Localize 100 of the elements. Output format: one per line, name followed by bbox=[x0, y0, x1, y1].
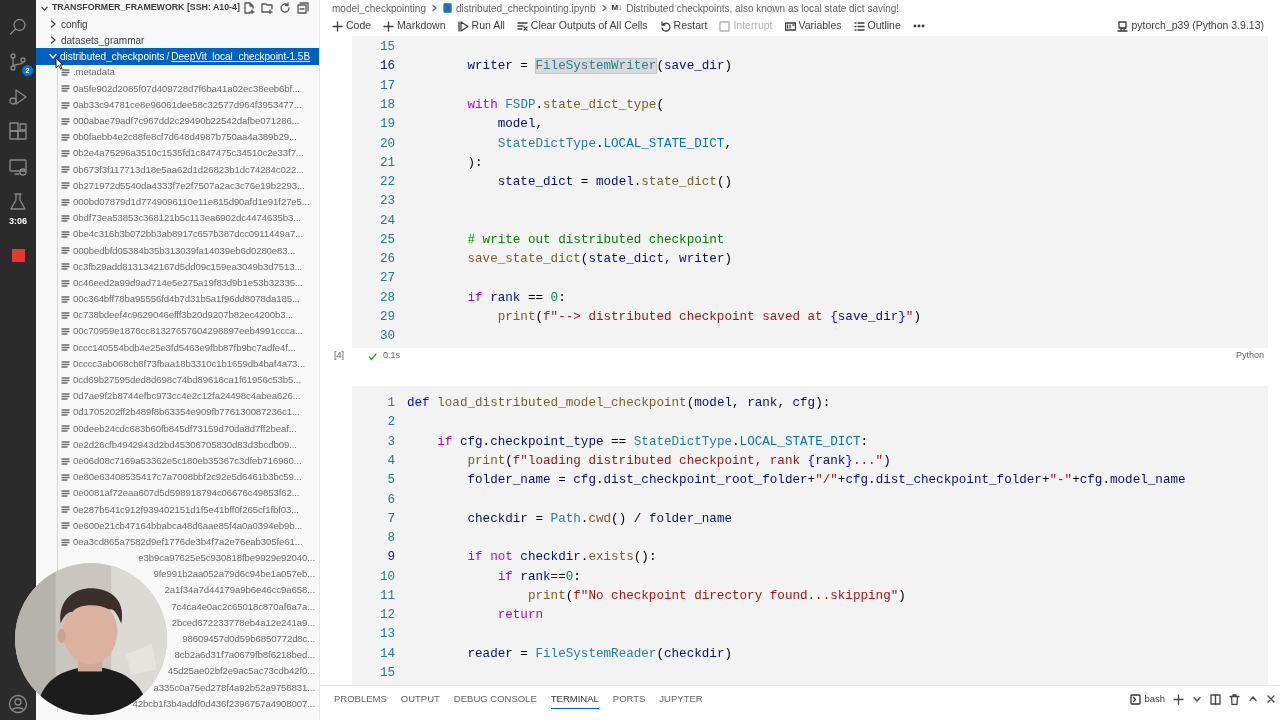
file-item[interactable]: e3b9ca97625e5c930818fbe9929e92040... bbox=[138, 550, 315, 567]
breadcrumb-item[interactable]: model_checkpointing bbox=[332, 0, 426, 16]
code-cell[interactable] bbox=[352, 36, 1268, 349]
file-item[interactable]: 0b2e4a75296a3510c1535fd1c847475c34510c2e33f7... bbox=[58, 145, 319, 162]
line-number: 17 bbox=[378, 77, 395, 95]
file-lines-icon bbox=[61, 116, 70, 126]
file-item[interactable]: 0c3fb29add8131342167d5dd09c159ea3049b3d7513... bbox=[58, 258, 319, 275]
folder-item[interactable]: distributed_checkpoints / DeepVit_local_checkpoint-1.5B bbox=[36, 48, 319, 65]
file-item[interactable]: 7c4ca4e0ac2c65018c870af6a7a... bbox=[171, 598, 315, 615]
file-item[interactable]: 0bdf73ea53853c368121b5c113ea6902dc4474635b3... bbox=[58, 210, 319, 227]
folder-item[interactable]: datasets_grammar bbox=[36, 32, 319, 49]
file-item[interactable]: 0b673f3f117713d18e5aa62d1d26823b1dc74284c022... bbox=[58, 161, 319, 178]
line-number: 18 bbox=[378, 97, 395, 114]
close-icon[interactable] bbox=[1266, 694, 1276, 705]
file-item[interactable]: 0e0081af72eaa607d5d598918794c06676c49853f62... bbox=[58, 485, 319, 502]
folder-link[interactable]: DeepVit_local_checkpoint-1.5B bbox=[171, 48, 311, 64]
file-item[interactable]: 0d1705202ff2b489f8b63354e909fb776130087236c1... bbox=[58, 404, 319, 421]
file-item[interactable]: 0e600e21cb47164bbabca48d6aae85f4a0a0394eb9b... bbox=[58, 517, 319, 534]
file-item[interactable]: a335c0a75ed278f4a92b52a9756831... bbox=[153, 679, 315, 696]
trash-icon[interactable] bbox=[1229, 693, 1240, 705]
file-item[interactable]: 2a1f34a7d44179a9b6e46cc9a658... bbox=[164, 582, 315, 599]
file-item[interactable]: 0e287b541c912f939402151d1f5e41bff0f265cf1fbf03... bbox=[58, 501, 319, 518]
plus-icon[interactable] bbox=[1173, 693, 1184, 705]
file-item[interactable]: 0d7ae9f2b8744efbc973cc4e2c12fa24498c4abea626... bbox=[58, 388, 319, 405]
line-number: 25 bbox=[378, 231, 395, 249]
refresh-icon[interactable] bbox=[279, 2, 291, 14]
monitor-icon[interactable] bbox=[8, 157, 28, 177]
file-item[interactable]: 0b0faebb4e2c88fe8cf7d648d4987b750aa4a389b29... bbox=[58, 129, 319, 146]
file-item[interactable]: 0be4c316b3b072bb3ab8917c657b387dcc0911449a7... bbox=[58, 226, 319, 243]
file-item[interactable]: 8cb2a6d31f7a0679fb8f6218bed... bbox=[174, 647, 315, 664]
collapse-icon[interactable] bbox=[297, 2, 309, 14]
file-item[interactable]: 45d25ae02bf2e9ac5ac73cdb42f0... bbox=[167, 663, 315, 680]
line-number: 21 bbox=[378, 154, 395, 172]
search-icon[interactable] bbox=[8, 17, 28, 37]
file-item[interactable]: 42bcb1f3b4addf0d436f2396757a4908007... bbox=[132, 695, 315, 713]
new-folder-icon[interactable] bbox=[261, 2, 273, 14]
panel-tab[interactable]: PROBLEMS bbox=[334, 690, 387, 709]
file-item[interactable]: 2bced672233778eb4a12e241a9... bbox=[171, 614, 315, 632]
breadcrumb-item[interactable]: Distributed checkpoints, also known as local state dict saving! bbox=[626, 0, 900, 16]
folder-item[interactable]: config bbox=[36, 16, 319, 33]
file-item[interactable]: 0c738bdeef4c9629046efff3b20d9207b82ec4200b3... bbox=[58, 307, 319, 324]
file-item[interactable]: 00c70959e1876cc81327657604298897eeb4991ccca... bbox=[58, 323, 319, 340]
file-item[interactable]: 0e06d08c7169a53362e5c180eb35367c3dfeb716960... bbox=[58, 453, 319, 470]
panel-tab[interactable]: JUPYTER bbox=[659, 690, 703, 709]
panel-tab[interactable]: PORTS bbox=[612, 690, 646, 709]
language-label[interactable]: Python bbox=[1235, 349, 1264, 363]
restart-icon bbox=[659, 20, 671, 32]
code-line: print(f"--> distributed checkpoint saved at {save_dir}") bbox=[496, 308, 921, 326]
file-item[interactable]: 0c46eed2a99d9ad714e5e275a19f83d9b1e53b32335... bbox=[58, 275, 319, 292]
code-cell[interactable] bbox=[352, 386, 1268, 685]
code-line: StateDictType.LOCAL_STATE_DICT, bbox=[496, 135, 732, 153]
file-item[interactable]: 0ea3cd865a7582d9ef1776de3b4f7a2e76eab305fe61... bbox=[58, 534, 319, 551]
line-number: 6 bbox=[386, 491, 395, 509]
line-number: 3 bbox=[386, 433, 395, 451]
file-item[interactable]: .metadata bbox=[58, 64, 319, 81]
terminal-profile-button[interactable]: bash bbox=[1130, 692, 1165, 707]
file-item[interactable]: 0ccc140554bdb4e25e3fd5463e9fbb87fb9bc7adfe4f... bbox=[58, 339, 319, 356]
file-item[interactable]: 0ab33c94781ce8e96061dee58c32577d964f3953477... bbox=[58, 96, 319, 114]
file-item[interactable]: 0a5fe902d2085f07d409728d7f6ba41a02ec38eeb6bf... bbox=[58, 80, 319, 97]
file-item[interactable]: 9fe991b2aa052a79d6c94be1a057eb... bbox=[153, 566, 315, 583]
panel-tab[interactable]: DEBUG CONSOLE bbox=[453, 690, 537, 709]
new-file-icon[interactable] bbox=[243, 2, 255, 14]
file-lines-icon bbox=[61, 391, 70, 401]
branch-icon[interactable] bbox=[8, 52, 28, 72]
toolbar-button[interactable]: Outline bbox=[849, 18, 905, 34]
chevron-right-icon bbox=[48, 35, 58, 46]
flask-icon[interactable] bbox=[8, 192, 28, 212]
file-item[interactable]: 000abae79adf7c967dd2c29490b22542dafbe071286... bbox=[58, 113, 319, 130]
line-number: 26 bbox=[378, 251, 395, 269]
toolbar-button[interactable]: Restart bbox=[655, 18, 712, 34]
file-item[interactable]: 00deeb24cdc683b60fb845df73159d70da8d7ff2beaf... bbox=[58, 420, 319, 437]
breadcrumb-item[interactable]: distributed_checkpointing.ipynb bbox=[455, 0, 596, 16]
file-item[interactable]: 0e2d26cfb4942943d2bd45306705830d83d3bcdb09... bbox=[58, 436, 319, 454]
panel-tab[interactable]: OUTPUT bbox=[400, 690, 440, 709]
file-item[interactable]: 000bd07879d1d7749096110e11e815d90afd1e91f27e5... bbox=[58, 194, 319, 211]
file-item[interactable]: 000bedbfd05384b35b313039fa14039eb6d0280e83... bbox=[58, 242, 319, 259]
file-item[interactable]: 0cd69b27595ded8d698c74bd89616ca1f61956c53b5... bbox=[58, 372, 319, 389]
timer-text: 3:06 bbox=[9, 217, 27, 226]
variables-icon bbox=[784, 20, 796, 32]
file-item[interactable]: 98609457d0d59b6850772d8c... bbox=[182, 631, 315, 648]
kernel-picker[interactable]: pytorch_p39 (Python 3.9.13) bbox=[1113, 18, 1268, 34]
panel-tab[interactable]: TERMINAL bbox=[550, 690, 599, 710]
extensions-icon[interactable] bbox=[8, 122, 28, 142]
line-number: 22 bbox=[378, 174, 395, 192]
explorer-title: TRANSFORMER_FRAMEWORK [SSH: A10-4] bbox=[52, 1, 240, 15]
toolbar-button[interactable]: Markdown bbox=[379, 18, 450, 34]
file-item[interactable]: 0cccc3ab068cb8f73fbaa18b3310c1b1659db4baf4a73... bbox=[58, 355, 319, 373]
file-item[interactable]: 0b271972d5540da4333f7e2f7507a2ac3c76e19b2293... bbox=[58, 177, 319, 195]
toolbar-button[interactable]: Code bbox=[328, 18, 376, 34]
toolbar-button[interactable]: Variables bbox=[780, 18, 846, 34]
split-icon[interactable] bbox=[1210, 693, 1221, 705]
account-icon[interactable] bbox=[8, 694, 28, 714]
file-item[interactable]: 0e80e63408535417c7a7008bbf2c92e5d6461b3bc59... bbox=[58, 469, 319, 486]
toolbar-button[interactable]: Run All bbox=[453, 18, 509, 34]
stop-recording-icon[interactable] bbox=[11, 249, 25, 262]
run-debug-icon[interactable] bbox=[8, 87, 28, 107]
line-number: 10 bbox=[378, 568, 395, 586]
file-item[interactable]: 00c364bff78ba95556fd4b7d31b5a1f96dd8078da185... bbox=[58, 291, 319, 308]
toolbar-button[interactable]: Clear Outputs of All Cells bbox=[512, 18, 652, 34]
file-lines-icon bbox=[61, 213, 70, 223]
